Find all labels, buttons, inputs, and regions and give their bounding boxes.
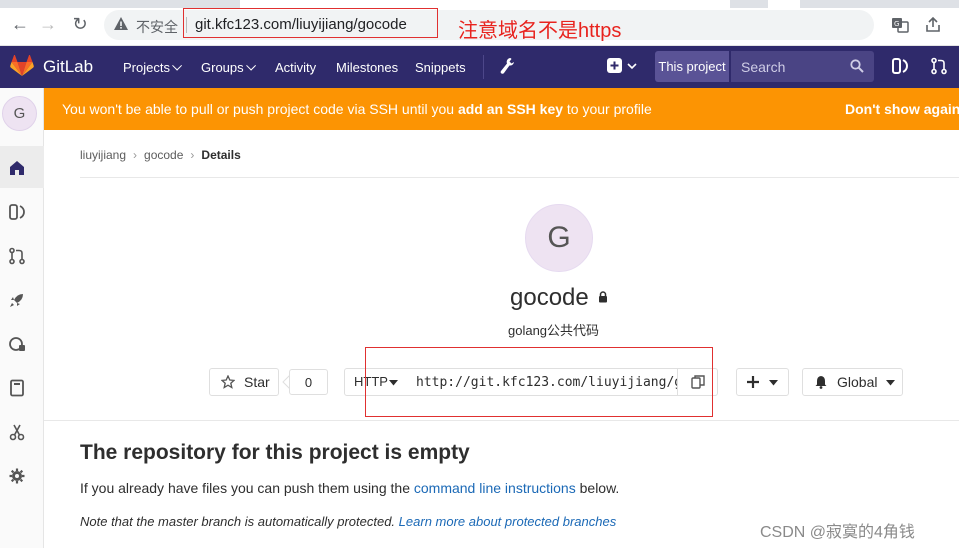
empty-text-start: If you already have files you can push t… [80, 480, 414, 496]
notification-dropdown[interactable]: Global [802, 368, 903, 396]
chevron-down-icon [245, 60, 256, 71]
translate-icon[interactable]: G [891, 16, 909, 34]
divider [483, 55, 484, 79]
plus-icon [747, 376, 759, 388]
project-title: gocode [510, 284, 589, 311]
star-count[interactable]: 0 [289, 369, 328, 395]
merge-request-icon[interactable] [8, 247, 26, 265]
nav-activity[interactable]: Activity [275, 60, 316, 75]
caret-down-icon [769, 380, 778, 386]
issues-icon[interactable] [891, 57, 909, 75]
nav-projects[interactable]: Projects [123, 60, 183, 75]
url-highlight-box [183, 8, 438, 38]
project-description: golang公共代码 [508, 323, 600, 338]
rocket-icon[interactable] [8, 291, 26, 309]
merge-request-icon[interactable] [930, 57, 948, 75]
pipeline-icon[interactable] [8, 335, 26, 353]
nav-snippets[interactable]: Snippets [415, 60, 466, 75]
new-item-plus-icon[interactable] [606, 57, 640, 75]
breadcrumb: liuyijiang › gocode › Details [80, 148, 241, 162]
breadcrumb-owner[interactable]: liuyijiang [80, 148, 126, 162]
caret-down-icon [886, 380, 895, 386]
dont-show-again-link[interactable]: Don't show again [845, 101, 959, 117]
tab-strip [0, 0, 240, 8]
star-icon [221, 375, 235, 389]
nav-projects-label: Projects [123, 60, 170, 75]
banner-text-end: to your profile [563, 101, 652, 117]
protected-branch-note: Note that the master branch is automatic… [80, 514, 616, 529]
back-icon[interactable]: ← [10, 14, 30, 34]
nav-groups-label: Groups [201, 60, 244, 75]
breadcrumb-project[interactable]: gocode [144, 148, 183, 162]
divider [80, 177, 959, 178]
banner-text-start: You won't be able to pull or push projec… [62, 101, 458, 117]
search-icon[interactable] [850, 59, 864, 73]
note-text: Note that the master branch is automatic… [80, 514, 399, 529]
bell-icon [815, 376, 827, 389]
forward-icon[interactable]: → [38, 14, 58, 34]
reload-icon[interactable]: ↻ [70, 14, 90, 34]
warning-icon[interactable] [113, 16, 129, 32]
lock-icon [599, 291, 607, 303]
add-dropdown-button[interactable] [736, 368, 789, 396]
empty-text-end: below. [575, 480, 620, 496]
gitlab-brand[interactable]: GitLab [43, 57, 93, 77]
nav-milestones[interactable]: Milestones [336, 60, 398, 75]
search-scope-button[interactable]: This project [655, 51, 729, 82]
svg-text:G: G [894, 20, 899, 28]
star-label: Star [244, 374, 270, 390]
settings-gear-icon[interactable] [8, 467, 26, 485]
star-button[interactable]: Star [209, 368, 279, 396]
admin-wrench-icon[interactable] [499, 57, 515, 75]
sidebar-project-avatar[interactable]: G [2, 96, 37, 131]
divider [44, 420, 959, 421]
tab-strip [730, 0, 768, 8]
nav-groups[interactable]: Groups [201, 60, 256, 75]
home-icon[interactable] [8, 159, 26, 177]
tab-strip [800, 0, 959, 8]
notification-level-label: Global [837, 374, 878, 390]
annotation-text: 注意域名不是https [458, 20, 622, 42]
search-placeholder: Search [741, 59, 786, 75]
protected-branches-link[interactable]: Learn more about protected branches [399, 514, 617, 529]
gitlab-logo-icon[interactable] [10, 55, 34, 77]
chevron-right-icon: › [190, 148, 195, 162]
issues-icon[interactable] [8, 203, 26, 221]
wiki-icon[interactable] [8, 379, 26, 397]
snippets-scissors-icon[interactable] [8, 423, 26, 441]
clone-highlight-box [365, 347, 713, 417]
share-icon[interactable] [924, 16, 942, 34]
command-line-instructions-link[interactable]: command line instructions [414, 480, 576, 496]
empty-repo-text: If you already have files you can push t… [80, 480, 619, 496]
watermark: CSDN @寂寞的4角钱 [760, 524, 915, 541]
project-avatar: G [525, 204, 593, 272]
empty-repo-heading: The repository for this project is empty [80, 441, 470, 464]
chevron-right-icon: › [133, 148, 138, 162]
insecure-label: 不安全 [136, 19, 178, 35]
breadcrumb-current: Details [201, 148, 241, 162]
chevron-down-icon [172, 60, 183, 71]
add-ssh-key-link[interactable]: add an SSH key [458, 101, 563, 117]
banner-message: You won't be able to pull or push projec… [62, 101, 652, 117]
